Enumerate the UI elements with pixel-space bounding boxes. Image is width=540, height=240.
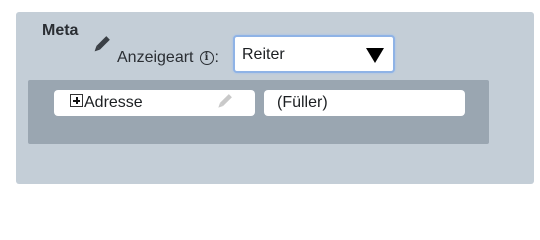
info-glyph: i [204, 52, 209, 63]
display-mode-value: Reiter [242, 46, 285, 63]
info-icon[interactable]: i [199, 51, 214, 65]
expand-icon[interactable] [70, 94, 83, 107]
field-container: Adresse (Füller) [28, 80, 489, 144]
display-mode-select[interactable]: Reiter [233, 35, 395, 73]
triangle-down-icon [366, 48, 384, 63]
pencil-icon[interactable] [215, 92, 233, 112]
pencil-icon[interactable] [91, 34, 111, 56]
field-address[interactable]: Adresse [54, 90, 255, 116]
display-mode-label: Anzeigeart i : [117, 49, 219, 67]
field-filler[interactable]: (Füller) [264, 90, 465, 116]
meta-title: Meta [42, 22, 79, 39]
field-address-label: Adresse [84, 94, 143, 111]
field-filler-label: (Füller) [277, 94, 328, 111]
display-mode-text: Anzeigeart [117, 49, 194, 66]
display-mode-colon: : [214, 49, 219, 66]
